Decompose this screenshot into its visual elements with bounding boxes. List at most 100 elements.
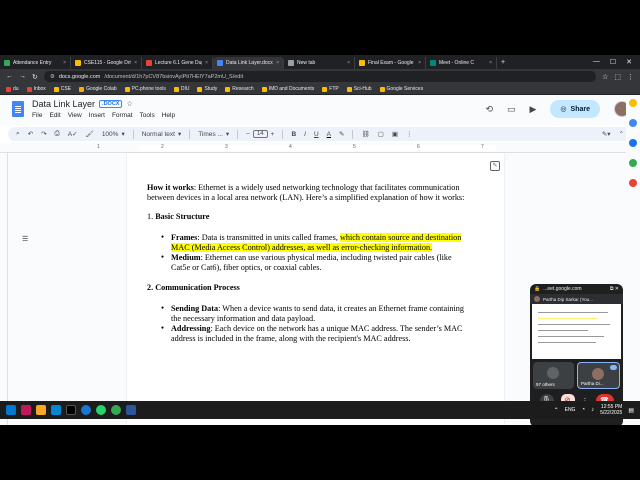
file-explorer-icon[interactable] — [36, 405, 46, 415]
wifi-icon[interactable]: ◔ — [581, 407, 585, 413]
volume-icon[interactable]: ♪ — [591, 407, 594, 413]
star-icon[interactable]: ☆ — [126, 100, 132, 108]
new-tab-button[interactable]: + — [497, 59, 505, 66]
search-menus-icon[interactable]: ⌕ — [16, 130, 20, 138]
tab-close-icon[interactable]: × — [134, 60, 137, 66]
maximize-icon[interactable]: ☐ — [610, 58, 616, 66]
calendar-icon[interactable] — [629, 179, 637, 187]
bookmark-research[interactable]: Research — [225, 86, 254, 92]
history-icon[interactable]: ⟲ — [485, 104, 493, 115]
share-button[interactable]: ◎ Share — [550, 100, 600, 118]
highlight-icon[interactable]: ✎ — [339, 130, 344, 138]
menu-file[interactable]: File — [32, 112, 42, 119]
clock[interactable]: 12:55 PM 5/22/2025 — [600, 404, 622, 416]
menu-help[interactable]: Help — [162, 112, 175, 119]
notifications-icon[interactable]: ▤ — [628, 407, 634, 414]
edge-icon[interactable] — [81, 405, 91, 415]
insert-image-icon[interactable]: ▣ — [392, 130, 398, 138]
print-icon[interactable]: ⎙ — [55, 130, 60, 138]
bookmark-pc-phone[interactable]: PC.phone tools — [124, 86, 166, 92]
bookmark-study[interactable]: Study — [197, 86, 217, 92]
tab-attendance-entry[interactable]: Attendance Entry × — [0, 57, 71, 69]
document-outline-icon[interactable]: ☰ — [22, 235, 28, 243]
others-tile[interactable]: 97 others — [533, 362, 574, 389]
tab-cse115-drive[interactable]: CSE115 - Google Driv × — [71, 57, 142, 69]
tab-lecture[interactable]: Lecture 6.1 Gene Dup × — [142, 57, 213, 69]
spellcheck-icon[interactable]: A✓ — [68, 130, 78, 138]
menu-tools[interactable]: Tools — [140, 112, 155, 119]
menu-view[interactable]: View — [68, 112, 82, 119]
bookmark-imd[interactable]: IMD and Documents — [261, 86, 314, 92]
word-icon[interactable] — [126, 405, 136, 415]
chrome-icon[interactable] — [111, 405, 121, 415]
decrease-font-size-button[interactable]: − — [246, 131, 250, 138]
back-icon[interactable]: ← — [6, 73, 13, 80]
bookmark-google-services[interactable]: Google Services — [379, 86, 423, 92]
bold-icon[interactable]: B — [291, 131, 296, 138]
tab-data-link-layer[interactable]: Data Link Layer.docx × — [213, 57, 284, 69]
browser-menu-icon[interactable]: ⋮ — [627, 73, 634, 81]
tab-close-icon[interactable]: × — [276, 60, 279, 66]
underline-icon[interactable]: U — [314, 131, 319, 138]
menu-edit[interactable]: Edit — [49, 112, 60, 119]
meet-video-icon[interactable]: ▶ — [530, 104, 537, 115]
tab-meet[interactable]: Meet - Online C × — [426, 57, 497, 69]
document-page[interactable]: ✎ How it works: Ethernet is a widely use… — [127, 153, 504, 425]
tab-final-exam[interactable]: Final Exam - Google × — [355, 57, 426, 69]
tab-close-icon[interactable]: × — [418, 60, 421, 66]
redo-icon[interactable]: ↷ — [41, 130, 46, 138]
bookmark-inbox[interactable]: Inbox — [26, 86, 46, 92]
add-comment-icon[interactable]: ▢ — [378, 130, 384, 138]
start-icon[interactable] — [6, 405, 16, 415]
style-select[interactable]: Normal text ▾ — [142, 130, 182, 139]
app-icon[interactable] — [21, 405, 31, 415]
bookmark-cse[interactable]: CSE — [53, 86, 71, 92]
font-size-input[interactable]: 14 — [252, 130, 268, 138]
terminal-icon[interactable] — [66, 405, 76, 415]
chat-edit-icon[interactable]: ✎ — [490, 161, 500, 171]
undo-icon[interactable]: ↶ — [28, 130, 33, 138]
more-options-icon[interactable] — [610, 365, 617, 370]
tab-new-tab[interactable]: New tab × — [284, 57, 355, 69]
tab-close-icon[interactable]: × — [63, 60, 66, 66]
paint-format-icon[interactable]: 🖌 — [86, 130, 94, 138]
increase-font-size-button[interactable]: + — [271, 131, 275, 138]
bookmark-du[interactable]: du — [6, 86, 19, 92]
menu-format[interactable]: Format — [112, 112, 133, 119]
contacts-icon[interactable] — [629, 139, 637, 147]
bookmark-colab[interactable]: Google Colab — [79, 86, 117, 92]
document-title[interactable]: Data Link Layer — [32, 99, 95, 109]
chevron-up-icon[interactable]: ⌃ — [554, 407, 559, 414]
url-input[interactable]: ⚙ docs.google.com/document/d/1h7pCV87bsi… — [43, 71, 597, 82]
text-color-icon[interactable]: A — [327, 131, 331, 138]
zoom-select[interactable]: 100% ▾ — [102, 130, 125, 139]
bookmark-star-icon[interactable]: ☆ — [602, 73, 608, 81]
docs-logo-icon[interactable] — [12, 101, 24, 117]
bookmark-diu[interactable]: DIU — [173, 86, 189, 92]
tab-close-icon[interactable]: × — [205, 60, 208, 66]
tab-close-icon[interactable]: × — [489, 60, 492, 66]
menu-insert[interactable]: Insert — [89, 112, 105, 119]
extensions-icon[interactable]: ⬚ — [614, 73, 621, 81]
close-window-icon[interactable]: ✕ — [626, 58, 632, 66]
font-select[interactable]: Times ... ▾ — [198, 130, 229, 139]
minimize-icon[interactable]: — — [593, 58, 600, 66]
comments-icon[interactable]: ▭ — [507, 104, 516, 115]
document-body[interactable]: How it works: Ethernet is a widely used … — [147, 183, 467, 354]
insert-link-icon[interactable]: ⛓ — [361, 130, 369, 138]
bookmark-ftp[interactable]: FTP — [322, 86, 339, 92]
site-info-icon[interactable]: ⚙ — [50, 74, 55, 80]
language-indicator[interactable]: ENG — [565, 407, 576, 413]
pip-controls-icon[interactable]: ⧉ ✕ — [610, 286, 619, 292]
keep-icon[interactable] — [629, 99, 637, 107]
editing-mode-icon[interactable]: ✎▾ — [602, 130, 611, 138]
reload-icon[interactable]: ↻ — [32, 73, 38, 81]
self-tile[interactable]: Partha Di... — [577, 362, 620, 389]
italic-icon[interactable]: I — [304, 131, 306, 138]
tasks-icon[interactable] — [629, 119, 637, 127]
bookmark-scihub[interactable]: Sci-Hub — [346, 86, 372, 92]
collapse-toolbar-icon[interactable]: ⌃ — [619, 130, 624, 138]
tab-close-icon[interactable]: × — [347, 60, 350, 66]
whatsapp-icon[interactable] — [96, 405, 106, 415]
forward-icon[interactable]: → — [19, 73, 26, 80]
